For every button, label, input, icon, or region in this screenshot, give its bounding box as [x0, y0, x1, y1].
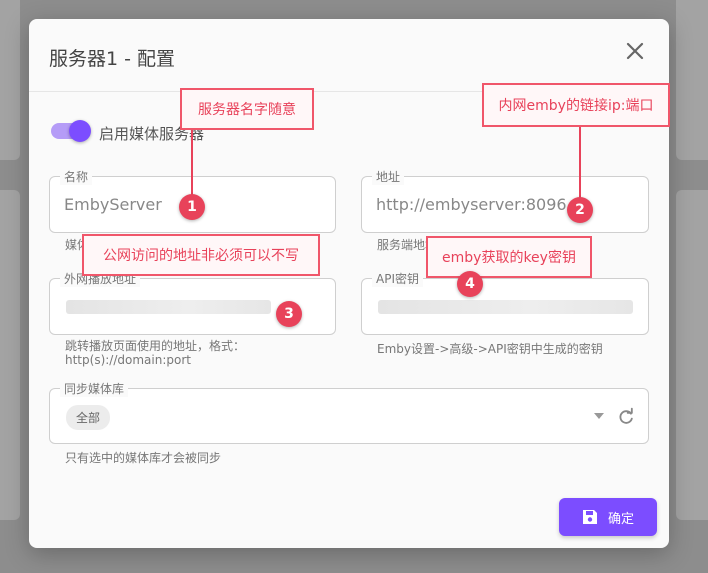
address-field-legend: 地址 [372, 168, 405, 185]
annotation-box-4: emby获取的key密钥 [426, 236, 592, 278]
annotation-connector-2 [579, 126, 581, 198]
toggle-knob [69, 120, 91, 142]
enable-server-toggle[interactable] [51, 120, 91, 142]
api-key-hint: Emby设置->高级->API密钥中生成的密钥 [377, 342, 603, 356]
refresh-icon[interactable] [616, 407, 636, 427]
background-card-left [0, 0, 20, 160]
sync-libraries-legend: 同步媒体库 [60, 380, 129, 397]
annotation-marker-3: 3 [276, 301, 302, 327]
background-card-right [676, 0, 708, 160]
annotation-marker-4: 4 [457, 271, 483, 297]
sync-libraries-select[interactable]: 同步媒体库 全部 [49, 380, 649, 444]
chevron-down-icon[interactable] [594, 413, 604, 419]
name-field-value: EmbyServer [64, 195, 162, 214]
annotation-box-2: 内网emby的链接ip:端口 [482, 83, 670, 127]
annotation-marker-2: 2 [567, 197, 593, 223]
annotation-box-3: 公网访问的地址非必须可以不写 [82, 234, 320, 276]
api-key-field[interactable]: API密钥 [361, 270, 649, 335]
save-icon [582, 510, 597, 524]
confirm-button[interactable]: 确定 [559, 498, 657, 536]
api-key-legend: API密钥 [372, 270, 423, 287]
confirm-button-label: 确定 [607, 511, 634, 527]
dialog-title: 服务器1 - 配置 [49, 48, 176, 70]
background-card-bottom-left [0, 190, 20, 520]
background-card-bottom-right [676, 190, 708, 520]
annotation-marker-1: 1 [179, 194, 205, 220]
name-field-legend: 名称 [60, 168, 93, 185]
close-icon[interactable] [623, 39, 647, 63]
redacted-value [66, 300, 271, 314]
external-address-hint: 跳转播放页面使用的地址，格式：http(s)://domain:port [65, 339, 246, 367]
address-field[interactable]: 地址 http://embyserver:8096 [361, 168, 649, 233]
sync-libraries-hint: 只有选中的媒体库才会被同步 [65, 451, 222, 465]
library-chip[interactable]: 全部 [66, 405, 111, 430]
redacted-value [378, 300, 633, 314]
annotation-box-1: 服务器名字随意 [180, 88, 314, 130]
address-field-value: http://embyserver:8096 [376, 195, 567, 214]
annotation-connector-1 [191, 129, 193, 197]
